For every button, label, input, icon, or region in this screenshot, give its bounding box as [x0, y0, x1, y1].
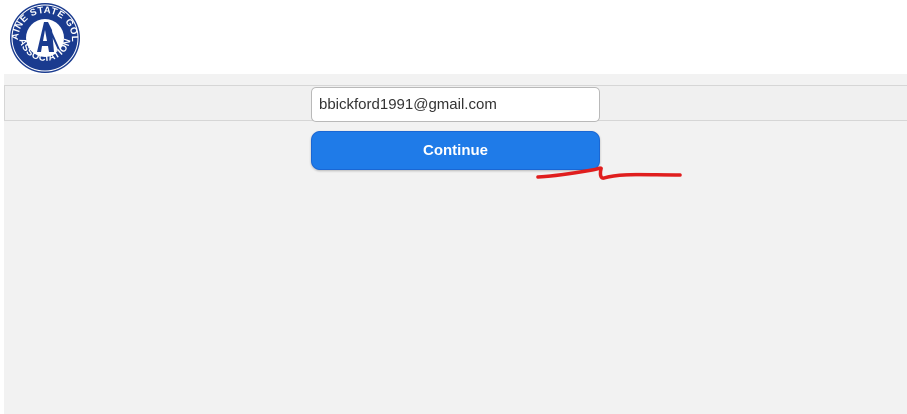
email-field[interactable]	[311, 87, 600, 122]
msga-logo[interactable]: MAINE STATE GOLF ASSOCIATION	[4, 0, 82, 74]
header: MAINE STATE GOLF ASSOCIATION	[0, 0, 907, 74]
continue-button[interactable]: Continue	[311, 131, 600, 170]
msga-logo-icon: MAINE STATE GOLF ASSOCIATION	[4, 0, 80, 73]
main-content	[4, 74, 907, 414]
